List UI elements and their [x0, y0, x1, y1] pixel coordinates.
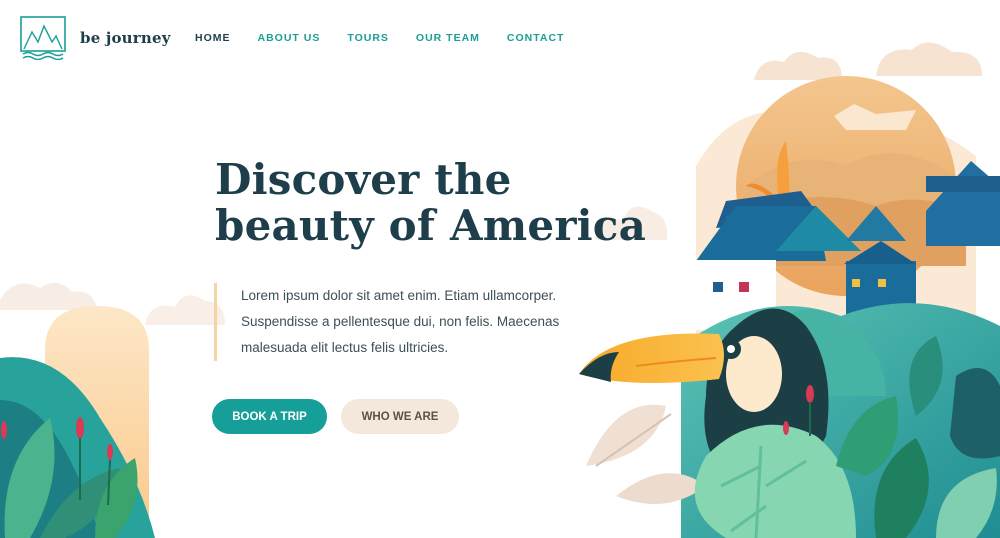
intro-line-2: Suspendisse a pellentesque dui, non feli…	[241, 314, 560, 329]
hero-title-line-1: Discover the	[215, 155, 512, 204]
book-a-trip-button[interactable]: BOOK A TRIP	[212, 399, 327, 434]
nav-tours[interactable]: TOURS	[347, 32, 389, 44]
toucan-village-illustration	[579, 42, 1000, 538]
nav-home[interactable]: HOME	[195, 32, 231, 44]
who-we-are-button[interactable]: WHO WE ARE	[341, 399, 459, 434]
left-foliage-illustration	[0, 282, 155, 538]
brand-name: be journey	[80, 29, 171, 47]
main-nav: HOME ABOUT US TOURS OUR TEAM CONTACT	[195, 32, 591, 44]
hero-title: Discover the beauty of America	[215, 157, 646, 249]
hero-intro: Lorem ipsum dolor sit amet enim. Etiam u…	[214, 283, 574, 361]
hero-title-line-2: beauty of America	[215, 201, 646, 250]
intro-line-1: Lorem ipsum dolor sit amet enim. Etiam u…	[241, 288, 557, 303]
brand-logo[interactable]: be journey	[20, 16, 171, 60]
nav-our-team[interactable]: OUR TEAM	[416, 32, 480, 44]
nav-contact[interactable]: CONTACT	[507, 32, 565, 44]
intro-line-3: malesuada elit lectus felis ultricies.	[241, 340, 449, 355]
nav-about-us[interactable]: ABOUT US	[258, 32, 321, 44]
mountain-logo-icon	[20, 16, 66, 60]
